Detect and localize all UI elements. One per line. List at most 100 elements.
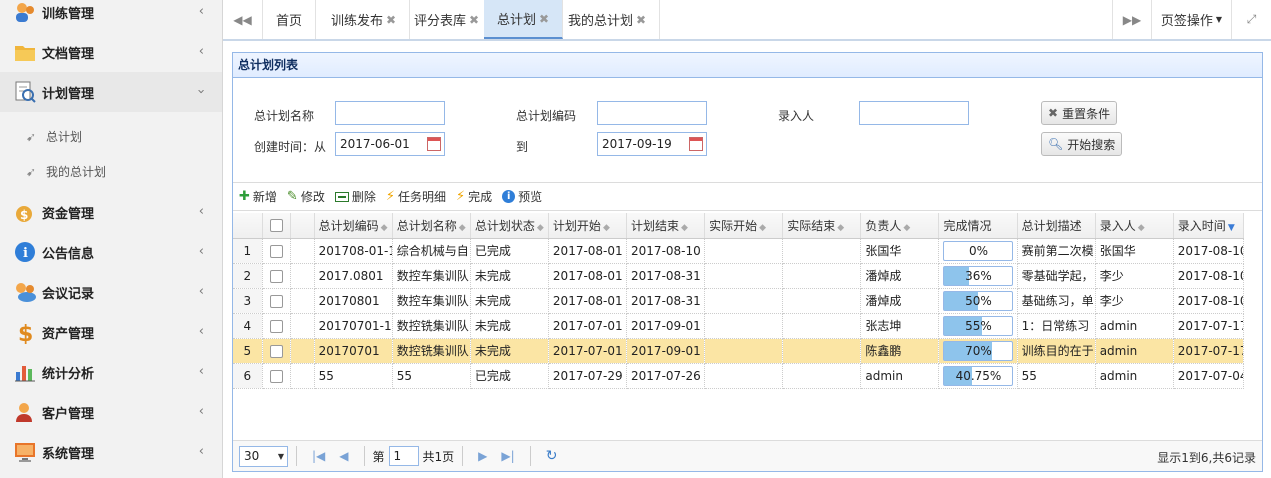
column-header[interactable]: 总计划描述 (1017, 213, 1096, 239)
row-checkbox-cell[interactable] (262, 263, 291, 289)
column-header[interactable]: 录入时间 ▼ (1173, 213, 1245, 239)
preview-button[interactable]: i 预览 (502, 188, 542, 205)
column-header[interactable]: 总计划编码 ◆ (314, 213, 393, 239)
page-size-select[interactable]: 30 (239, 445, 288, 467)
row-checkbox-cell[interactable] (262, 313, 291, 339)
table-row[interactable]: 2 2017.0801 数控车集训队 未完成 2017-08-01 2017-08-31 潘… (233, 263, 1245, 289)
checkbox[interactable] (269, 319, 283, 333)
refresh-icon[interactable]: ↻ (546, 448, 558, 464)
delete-button[interactable]: 删除 (334, 188, 376, 205)
calendar-icon[interactable] (689, 137, 703, 151)
sidebar: 训练管理 ‹ 文档管理 ‹ 计划管理 ‹ ➹ 总计划 ➹ 我的总计划 $ 资金管… (0, 0, 223, 478)
sidebar-item-meetings[interactable]: 会议记录 ‹ (0, 272, 222, 312)
plan-code-input[interactable] (597, 101, 707, 125)
tab-training-release[interactable]: 训练发布 ✖ (318, 0, 411, 39)
table-cell: 未完成 (470, 288, 549, 314)
page-number-input[interactable]: 1 (388, 446, 419, 466)
table-cell: 未完成 (470, 263, 549, 289)
table-cell: admin (860, 363, 940, 389)
table-cell: 2017-07-26 (626, 363, 706, 389)
sidebar-item-label: 会议记录 (42, 286, 95, 302)
creator-input[interactable] (859, 101, 969, 125)
scroll-tabs-right-button[interactable]: ▶▶ (1112, 0, 1152, 39)
table-cell: 55 (314, 363, 393, 389)
table-row[interactable]: 5 20170701 数控铣集训队 未完成 2017-07-01 2017-09-01 陈鑫… (233, 338, 1245, 364)
checkbox[interactable] (269, 219, 283, 233)
edit-button[interactable]: ✎ 修改 (287, 188, 325, 205)
complete-button[interactable]: ⚡ 完成 (456, 188, 492, 205)
lightning-icon: ⚡ (456, 189, 466, 204)
first-page-button[interactable]: |◀ (312, 449, 325, 463)
column-header[interactable]: 实际结束 ◆ (782, 213, 862, 239)
sidebar-item-statistics[interactable]: 统计分析 ‹ (0, 352, 222, 392)
table-cell: 训练目的在于 (1017, 338, 1096, 364)
tab-operations-button[interactable]: 页签操作 ▼ (1152, 0, 1232, 39)
checkbox[interactable] (269, 294, 283, 308)
sidebar-subitem-master-plan[interactable]: ➹ 总计划 (0, 119, 222, 154)
checkbox[interactable] (269, 369, 283, 383)
sidebar-item-plans[interactable]: 计划管理 ‹ (0, 72, 222, 112)
column-header[interactable]: 负责人 ◆ (860, 213, 940, 239)
tab-home[interactable]: 首页 (263, 0, 317, 39)
column-header[interactable]: 计划结束 ◆ (626, 213, 706, 239)
row-checkbox-cell[interactable] (262, 288, 291, 314)
date-to-field[interactable]: 2017-09-19 (597, 132, 707, 156)
sort-icon: ◆ (536, 222, 544, 233)
sidebar-item-funds[interactable]: $ 资金管理 ‹ (0, 192, 222, 232)
checkbox[interactable] (269, 244, 283, 258)
tab-score-library[interactable]: 评分表库 ✖ (401, 0, 494, 39)
last-page-button[interactable]: ▶| (501, 449, 514, 463)
table-cell: 2017-09-01 (626, 338, 706, 364)
table-cell: 2017-07-01 (548, 313, 628, 339)
table-row[interactable]: 4 20170701-1 数控铣集训队 未完成 2017-07-01 2017-09-01… (233, 313, 1245, 339)
table-cell: admin (1095, 313, 1174, 339)
table-row[interactable]: 3 20170801 数控车集训队 未完成 2017-08-01 2017-08-31 潘焯… (233, 288, 1245, 314)
task-detail-button[interactable]: ⚡ 任务明细 (386, 188, 446, 205)
add-button[interactable]: ✚ 新增 (239, 188, 277, 205)
table-cell: 201708-01-1( (314, 238, 393, 264)
checkbox[interactable] (269, 344, 283, 358)
sidebar-item-training[interactable]: 训练管理 ‹ (0, 0, 222, 32)
sidebar-subitem-my-master-plan[interactable]: ➹ 我的总计划 (0, 154, 222, 189)
progress-cell: 0% (938, 238, 1018, 264)
close-icon[interactable]: ✖ (386, 13, 396, 27)
sidebar-item-system[interactable]: 系统管理 ‹ (0, 432, 222, 472)
sidebar-item-assets[interactable]: $ 资产管理 ‹ (0, 312, 222, 352)
search-button[interactable]: 🔍︎ 开始搜索 (1041, 132, 1123, 156)
column-header[interactable]: 完成情况 (938, 213, 1018, 239)
scroll-tabs-left-button[interactable]: ◀◀ (223, 0, 263, 39)
row-checkbox-cell[interactable] (262, 238, 291, 264)
date-from-field[interactable]: 2017-06-01 (335, 132, 445, 156)
column-header[interactable]: 实际开始 ◆ (704, 213, 784, 239)
close-icon[interactable]: ✖ (469, 13, 479, 27)
select-all-checkbox[interactable] (262, 213, 291, 239)
prev-page-button[interactable]: ◀ (339, 449, 348, 463)
column-header[interactable]: 总计划名称 ◆ (392, 213, 471, 239)
tab-master-plan[interactable]: 总计划 ✖ (484, 0, 564, 39)
next-page-button[interactable]: ▶ (478, 449, 487, 463)
table-row[interactable]: 1201708-01-1(综合机械与自已完成2017-08-012017-08-… (233, 238, 1245, 264)
row-checkbox-cell[interactable] (262, 338, 291, 364)
fullscreen-button[interactable]: ⤢ (1232, 0, 1271, 39)
chevron-left-icon: ‹ (198, 404, 204, 419)
tab-my-master-plan[interactable]: 我的总计划 ✖ (555, 0, 661, 39)
sidebar-item-label: 资金管理 (42, 206, 95, 222)
sidebar-item-customers[interactable]: 客户管理 ‹ (0, 392, 222, 432)
reset-button[interactable]: ✖ 重置条件 (1041, 101, 1118, 125)
close-icon[interactable]: ✖ (539, 12, 549, 26)
sidebar-item-announcements[interactable]: i 公告信息 ‹ (0, 232, 222, 272)
checkbox[interactable] (269, 269, 283, 283)
double-right-icon: ▶▶ (1122, 12, 1142, 27)
column-header[interactable]: 录入人 ◆ (1095, 213, 1174, 239)
plan-name-input[interactable] (335, 101, 445, 125)
column-header[interactable]: 总计划状态 ◆ (470, 213, 549, 239)
calendar-icon[interactable] (427, 137, 441, 151)
close-icon[interactable]: ✖ (636, 13, 646, 27)
sort-icon: ◆ (903, 222, 911, 233)
row-checkbox-cell[interactable] (262, 363, 291, 389)
sidebar-item-documents[interactable]: 文档管理 ‹ (0, 32, 222, 72)
table-row[interactable]: 6 55 55 已完成 2017-07-29 2017-07-26 admin 40.75% 5… (233, 363, 1245, 389)
chevron-left-icon: ‹ (198, 444, 204, 459)
column-header[interactable]: 计划开始 ◆ (548, 213, 628, 239)
spacer-cell (290, 338, 315, 364)
